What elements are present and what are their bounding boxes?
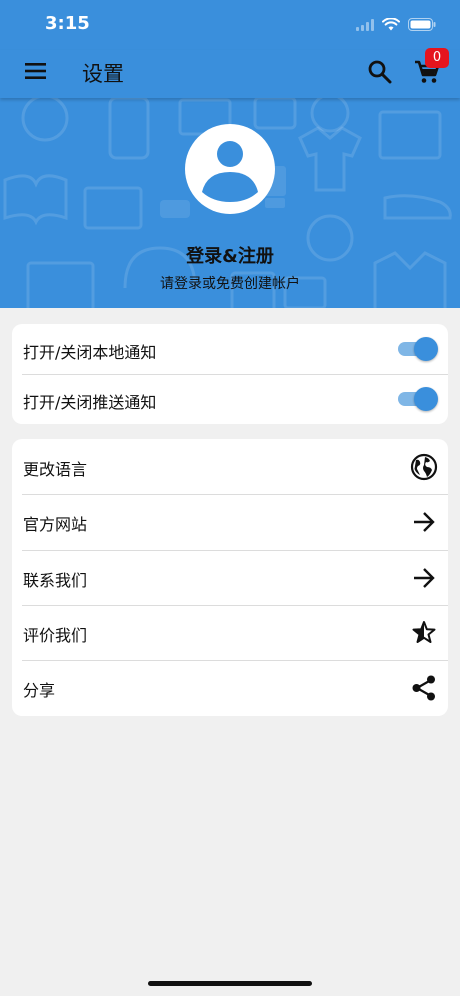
push-notification-row[interactable]: 打开/关闭推送通知 (12, 374, 448, 424)
official-website-label: 官方网站 (23, 515, 88, 534)
status-icons (356, 16, 436, 35)
status-time: 3:15 (45, 13, 90, 34)
wifi-icon (382, 16, 400, 35)
user-avatar-icon (185, 124, 275, 214)
share-label: 分享 (23, 681, 56, 700)
cellular-signal-icon (356, 16, 374, 35)
hamburger-menu-icon (25, 63, 46, 79)
search-icon (368, 60, 392, 84)
push-notification-label: 打开/关闭推送通知 (23, 393, 157, 412)
change-language-label: 更改语言 (23, 460, 88, 479)
home-indicator[interactable] (148, 981, 312, 986)
official-website-row[interactable]: 官方网站 (12, 494, 448, 550)
globe-icon (410, 453, 438, 481)
toggle-knob (414, 387, 438, 411)
notification-settings-card: 打开/关闭本地通知 打开/关闭推送通知 (12, 324, 448, 424)
battery-icon (408, 16, 436, 35)
arrow-right-icon (410, 508, 438, 536)
search-button[interactable] (366, 58, 394, 86)
avatar[interactable] (185, 124, 275, 214)
local-notification-toggle[interactable] (396, 336, 438, 362)
page-title: 设置 (82, 62, 124, 86)
login-register-link[interactable]: 登录&注册 (0, 242, 460, 268)
general-settings-card: 更改语言 官方网站 联系我们 评价我们 分享 (12, 439, 448, 716)
menu-button[interactable] (22, 58, 50, 86)
profile-header: 登录&注册 请登录或免费创建帐户 (0, 98, 460, 308)
share-icon (410, 674, 438, 702)
contact-us-row[interactable]: 联系我们 (12, 550, 448, 605)
cart-count-badge: 0 (425, 48, 449, 68)
local-notification-row[interactable]: 打开/关闭本地通知 (12, 324, 448, 374)
status-bar: 3:15 (0, 0, 460, 50)
share-row[interactable]: 分享 (12, 660, 448, 716)
arrow-right-icon (410, 564, 438, 592)
toggle-knob (414, 337, 438, 361)
contact-us-label: 联系我们 (23, 571, 88, 590)
star-half-icon (410, 619, 438, 647)
push-notification-toggle[interactable] (396, 386, 438, 412)
login-subtitle: 请登录或免费创建帐户 (160, 276, 300, 292)
rate-us-row[interactable]: 评价我们 (12, 605, 448, 660)
change-language-row[interactable]: 更改语言 (12, 439, 448, 494)
rate-us-label: 评价我们 (23, 626, 88, 645)
local-notification-label: 打开/关闭本地通知 (23, 343, 157, 362)
app-bar: 设置 0 (0, 48, 460, 98)
